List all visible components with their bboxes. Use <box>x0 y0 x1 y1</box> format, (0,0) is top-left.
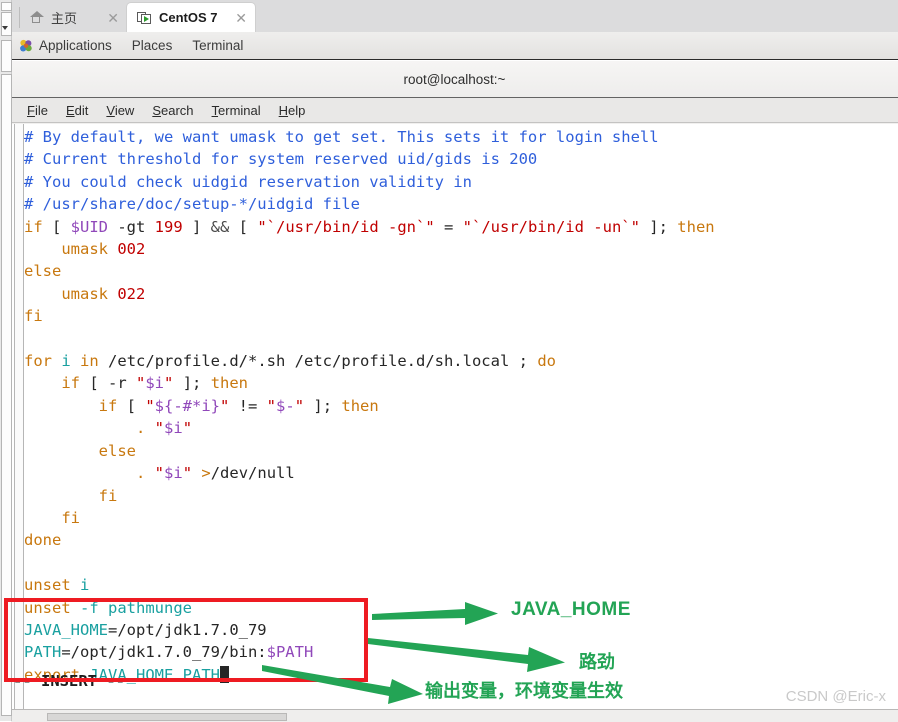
browser-left-edge-sliver <box>0 0 12 721</box>
play-icon <box>144 15 149 22</box>
menu-file[interactable]: File <box>27 103 48 118</box>
terminal-titlebar[interactable]: root@localhost:~ <box>11 61 898 98</box>
terminal-text-area[interactable]: # By default, we want umask to get set. … <box>11 124 898 721</box>
menu-edit-rest: dit <box>74 102 89 118</box>
menu-file-rest: ile <box>34 102 48 118</box>
sliver-chip-content <box>1 74 12 716</box>
chevron-down-icon <box>2 26 8 30</box>
terminal-menubar: File Edit View Search Terminal Help <box>11 98 898 123</box>
virtual-machine-icon <box>137 11 152 25</box>
terminal-window: root@localhost:~ File Edit View Search T… <box>11 61 898 721</box>
sliver-chip-urlbar <box>1 12 12 36</box>
browser-tab-centos7[interactable]: CentOS 7 ✕ <box>127 3 255 32</box>
sliver-chip-toolbar <box>1 40 12 72</box>
menu-terminal[interactable]: Terminal <box>212 103 261 118</box>
browser-tab-strip: 主页 ✕ CentOS 7 ✕ <box>11 0 898 32</box>
menu-help-rest: elp <box>288 102 306 118</box>
vim-left-gutter <box>14 124 24 721</box>
menu-view[interactable]: View <box>106 103 134 118</box>
panel-menu-places[interactable]: Places <box>122 38 183 53</box>
close-icon[interactable]: ✕ <box>105 11 121 25</box>
panel-menu-applications[interactable]: Applications <box>11 38 122 53</box>
gnome-foot-icon <box>19 39 33 53</box>
menu-search[interactable]: Search <box>152 103 193 118</box>
vim-buffer-text: # By default, we want umask to get set. … <box>24 128 715 684</box>
panel-menu-applications-label: Applications <box>39 38 112 53</box>
home-icon <box>29 10 44 25</box>
menu-help[interactable]: Help <box>279 103 306 118</box>
menu-search-rest: earch <box>161 102 194 118</box>
browser-tab-home[interactable]: 主页 ✕ <box>19 3 127 32</box>
menu-file-accel: F <box>27 102 35 118</box>
menu-search-accel: S <box>152 102 161 118</box>
menu-view-accel: V <box>106 102 115 118</box>
close-icon[interactable]: ✕ <box>233 11 249 25</box>
menu-edit-accel: E <box>65 102 75 118</box>
browser-tab-home-label: 主页 <box>51 11 78 26</box>
menu-view-rest: iew <box>114 102 135 118</box>
sliver-chip-top <box>1 2 12 11</box>
taskbar-window-button[interactable] <box>47 713 287 721</box>
gnome-top-panel: Applications Places Terminal <box>11 32 898 60</box>
menu-help-accel: H <box>278 102 289 118</box>
terminal-bottom-strip <box>11 709 898 722</box>
browser-tab-centos7-label: CentOS 7 <box>159 10 218 25</box>
vim-status-line: -- INSERT -- <box>13 672 125 690</box>
terminal-title: root@localhost:~ <box>403 71 506 87</box>
panel-menu-terminal[interactable]: Terminal <box>182 38 253 53</box>
menu-terminal-rest: erminal <box>218 102 261 118</box>
menu-edit[interactable]: Edit <box>66 103 88 118</box>
